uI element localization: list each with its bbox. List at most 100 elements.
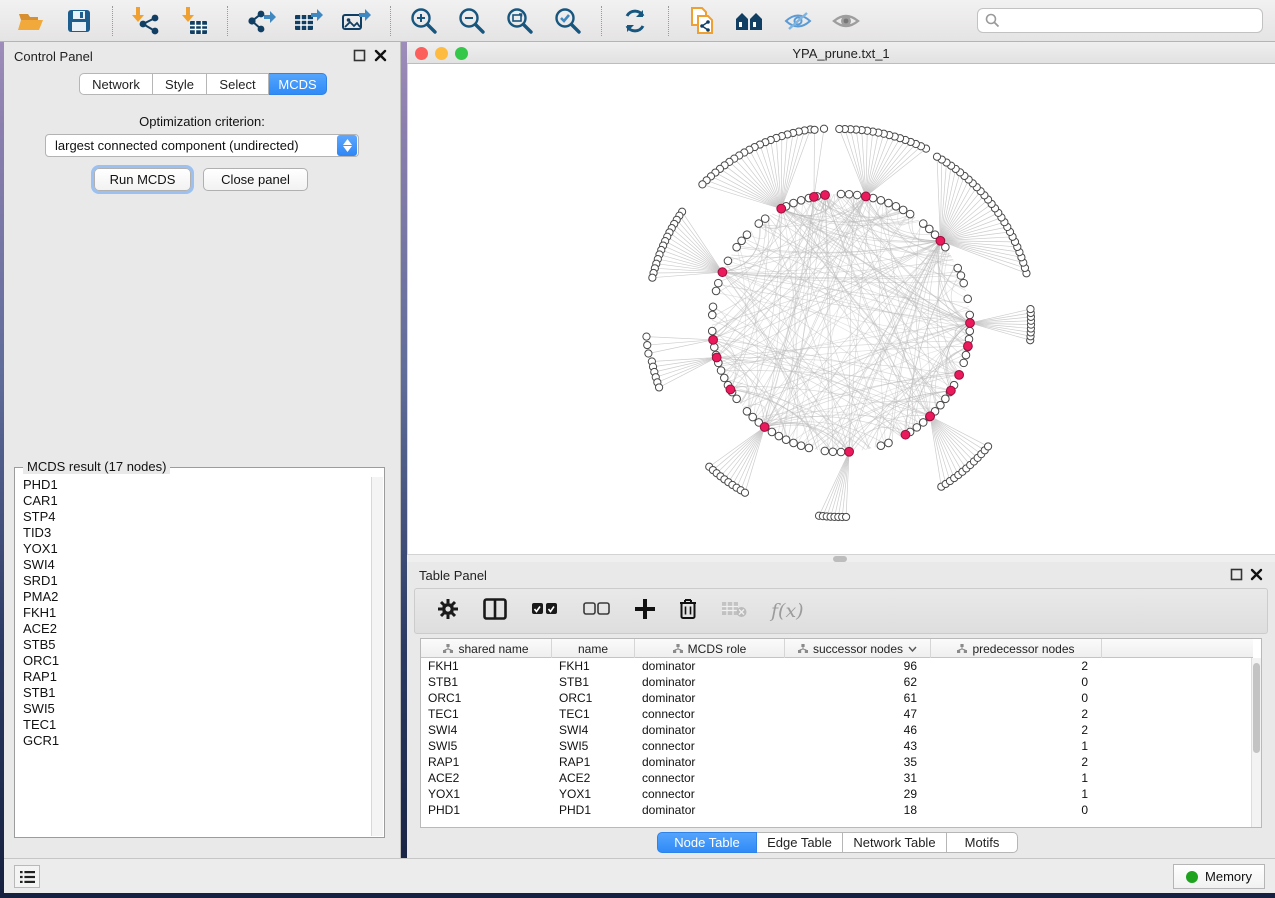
table-row-ACE2[interactable]: ACE2ACE2connector311 [421,770,1253,786]
mcds-result-item[interactable]: SRD1 [23,573,371,589]
mcds-result-item[interactable]: CAR1 [23,493,371,509]
cell-name: ACE2 [552,770,635,786]
export-network-icon[interactable] [242,4,280,38]
export-table-icon[interactable] [290,4,328,38]
mcds-result-item[interactable]: TID3 [23,525,371,541]
open-session-icon[interactable] [12,4,50,38]
cell-MCDS-role: dominator [635,802,785,818]
cell-successor-nodes: 31 [785,770,931,786]
column-header-predecessor-nodes[interactable]: predecessor nodes [931,639,1102,658]
tab-network[interactable]: Network [79,73,153,95]
float-panel-icon[interactable] [353,49,366,62]
mcds-result-list[interactable]: PHD1CAR1STP4TID3YOX1SWI4SRD1PMA2FKH1ACE2… [16,477,371,836]
run-mcds-button[interactable]: Run MCDS [94,168,191,191]
close-panel-icon[interactable] [374,49,387,62]
network-graph[interactable] [408,64,1275,554]
memory-label: Memory [1205,869,1252,884]
delete-column-icon[interactable] [679,598,697,625]
control-panel: Control Panel NetworkStyleSelectMCDS Opt… [4,42,401,858]
table-row-YOX1[interactable]: YOX1YOX1connector291 [421,786,1253,802]
mcds-result-item[interactable]: ACE2 [23,621,371,637]
tab-network-table[interactable]: Network Table [843,832,947,853]
column-header-MCDS-role[interactable]: MCDS role [635,639,785,658]
mcds-result-item[interactable]: FKH1 [23,605,371,621]
table-scrollbar[interactable] [1251,658,1261,828]
show-columns-icon[interactable] [483,598,507,625]
refresh-view-icon[interactable] [616,4,654,38]
show-all-icon[interactable] [827,4,865,38]
search-input[interactable] [1000,14,1255,28]
search-box[interactable] [977,8,1263,33]
tab-motifs[interactable]: Motifs [947,832,1018,853]
zoom-in-icon[interactable] [405,4,443,38]
copy-network-icon[interactable] [683,4,721,38]
import-network-icon[interactable] [127,4,165,38]
tab-node-table[interactable]: Node Table [657,832,757,853]
cell-predecessor-nodes: 2 [931,706,1102,722]
mcds-result-item[interactable]: SWI4 [23,557,371,573]
toolbar-separator [112,6,113,36]
task-history-button[interactable] [14,865,40,888]
zoom-selected-icon[interactable] [549,4,587,38]
network-canvas[interactable] [407,64,1275,554]
table-row-TEC1[interactable]: TEC1TEC1connector472 [421,706,1253,722]
table-row-FKH1[interactable]: FKH1FKH1dominator962 [421,658,1253,674]
tab-edge-table[interactable]: Edge Table [757,832,843,853]
hide-selected-icon[interactable] [779,4,817,38]
cell-MCDS-role: connector [635,770,785,786]
toolbar-separator [601,6,602,36]
mcds-result-item[interactable]: STP4 [23,509,371,525]
mcds-result-scrollbar[interactable] [371,477,383,836]
mcds-result-item[interactable]: PMA2 [23,589,371,605]
table-row-SWI4[interactable]: SWI4SWI4dominator462 [421,722,1253,738]
mcds-result-item[interactable]: STB5 [23,637,371,653]
mcds-result-item[interactable]: TEC1 [23,717,371,733]
add-column-icon[interactable] [635,599,655,624]
table-row-RAP1[interactable]: RAP1RAP1dominator352 [421,754,1253,770]
mcds-result-item[interactable]: STB1 [23,685,371,701]
column-header-successor-nodes[interactable]: successor nodes [785,639,931,658]
column-header-shared-name[interactable]: shared name [421,639,552,658]
import-table-icon[interactable] [175,4,213,38]
first-neighbors-icon[interactable] [731,4,769,38]
network-window-titlebar[interactable]: YPA_prune.txt_1 [407,42,1275,64]
settings-gear-icon[interactable] [437,598,459,625]
cell-shared-name: STB1 [421,674,552,690]
save-session-icon[interactable] [60,4,98,38]
table-scrollbar-thumb[interactable] [1253,663,1260,753]
cell-MCDS-role: connector [635,786,785,802]
mcds-result-item[interactable]: SWI5 [23,701,371,717]
zoom-fit-icon[interactable] [501,4,539,38]
control-panel-header: Control Panel [4,42,400,70]
node-table-header: shared namenameMCDS rolesuccessor nodesp… [421,639,1253,658]
mcds-result-item[interactable]: PHD1 [23,477,371,493]
mcds-result-item[interactable]: YOX1 [23,541,371,557]
criterion-dropdown[interactable]: largest connected component (undirected) [45,134,359,157]
mcds-result-item[interactable]: RAP1 [23,669,371,685]
close-panel-icon[interactable] [1250,568,1263,581]
cell-shared-name: TEC1 [421,706,552,722]
float-panel-icon[interactable] [1230,568,1243,581]
node-table[interactable]: shared namenameMCDS rolesuccessor nodesp… [420,638,1262,828]
mcds-result-item[interactable]: GCR1 [23,733,371,749]
zoom-out-icon[interactable] [453,4,491,38]
tab-select[interactable]: Select [207,73,269,95]
close-panel-button[interactable]: Close panel [203,168,308,191]
table-row-STB1[interactable]: STB1STB1dominator620 [421,674,1253,690]
table-row-PHD1[interactable]: PHD1PHD1dominator180 [421,802,1253,818]
mcds-result-item[interactable]: ORC1 [23,653,371,669]
table-row-SWI5[interactable]: SWI5SWI5connector431 [421,738,1253,754]
network-hscrollbar[interactable] [407,554,1275,562]
table-row-ORC1[interactable]: ORC1ORC1dominator610 [421,690,1253,706]
memory-button[interactable]: Memory [1173,864,1265,889]
deselect-all-icon[interactable] [583,602,611,621]
column-header-name[interactable]: name [552,639,635,658]
tab-mcds[interactable]: MCDS [269,73,327,95]
select-all-icon[interactable] [531,602,559,621]
cell-name: YOX1 [552,786,635,802]
cell-successor-nodes: 62 [785,674,931,690]
cell-name: SWI4 [552,722,635,738]
cell-MCDS-role: dominator [635,658,785,674]
export-image-icon[interactable] [338,4,376,38]
tab-style[interactable]: Style [153,73,207,95]
